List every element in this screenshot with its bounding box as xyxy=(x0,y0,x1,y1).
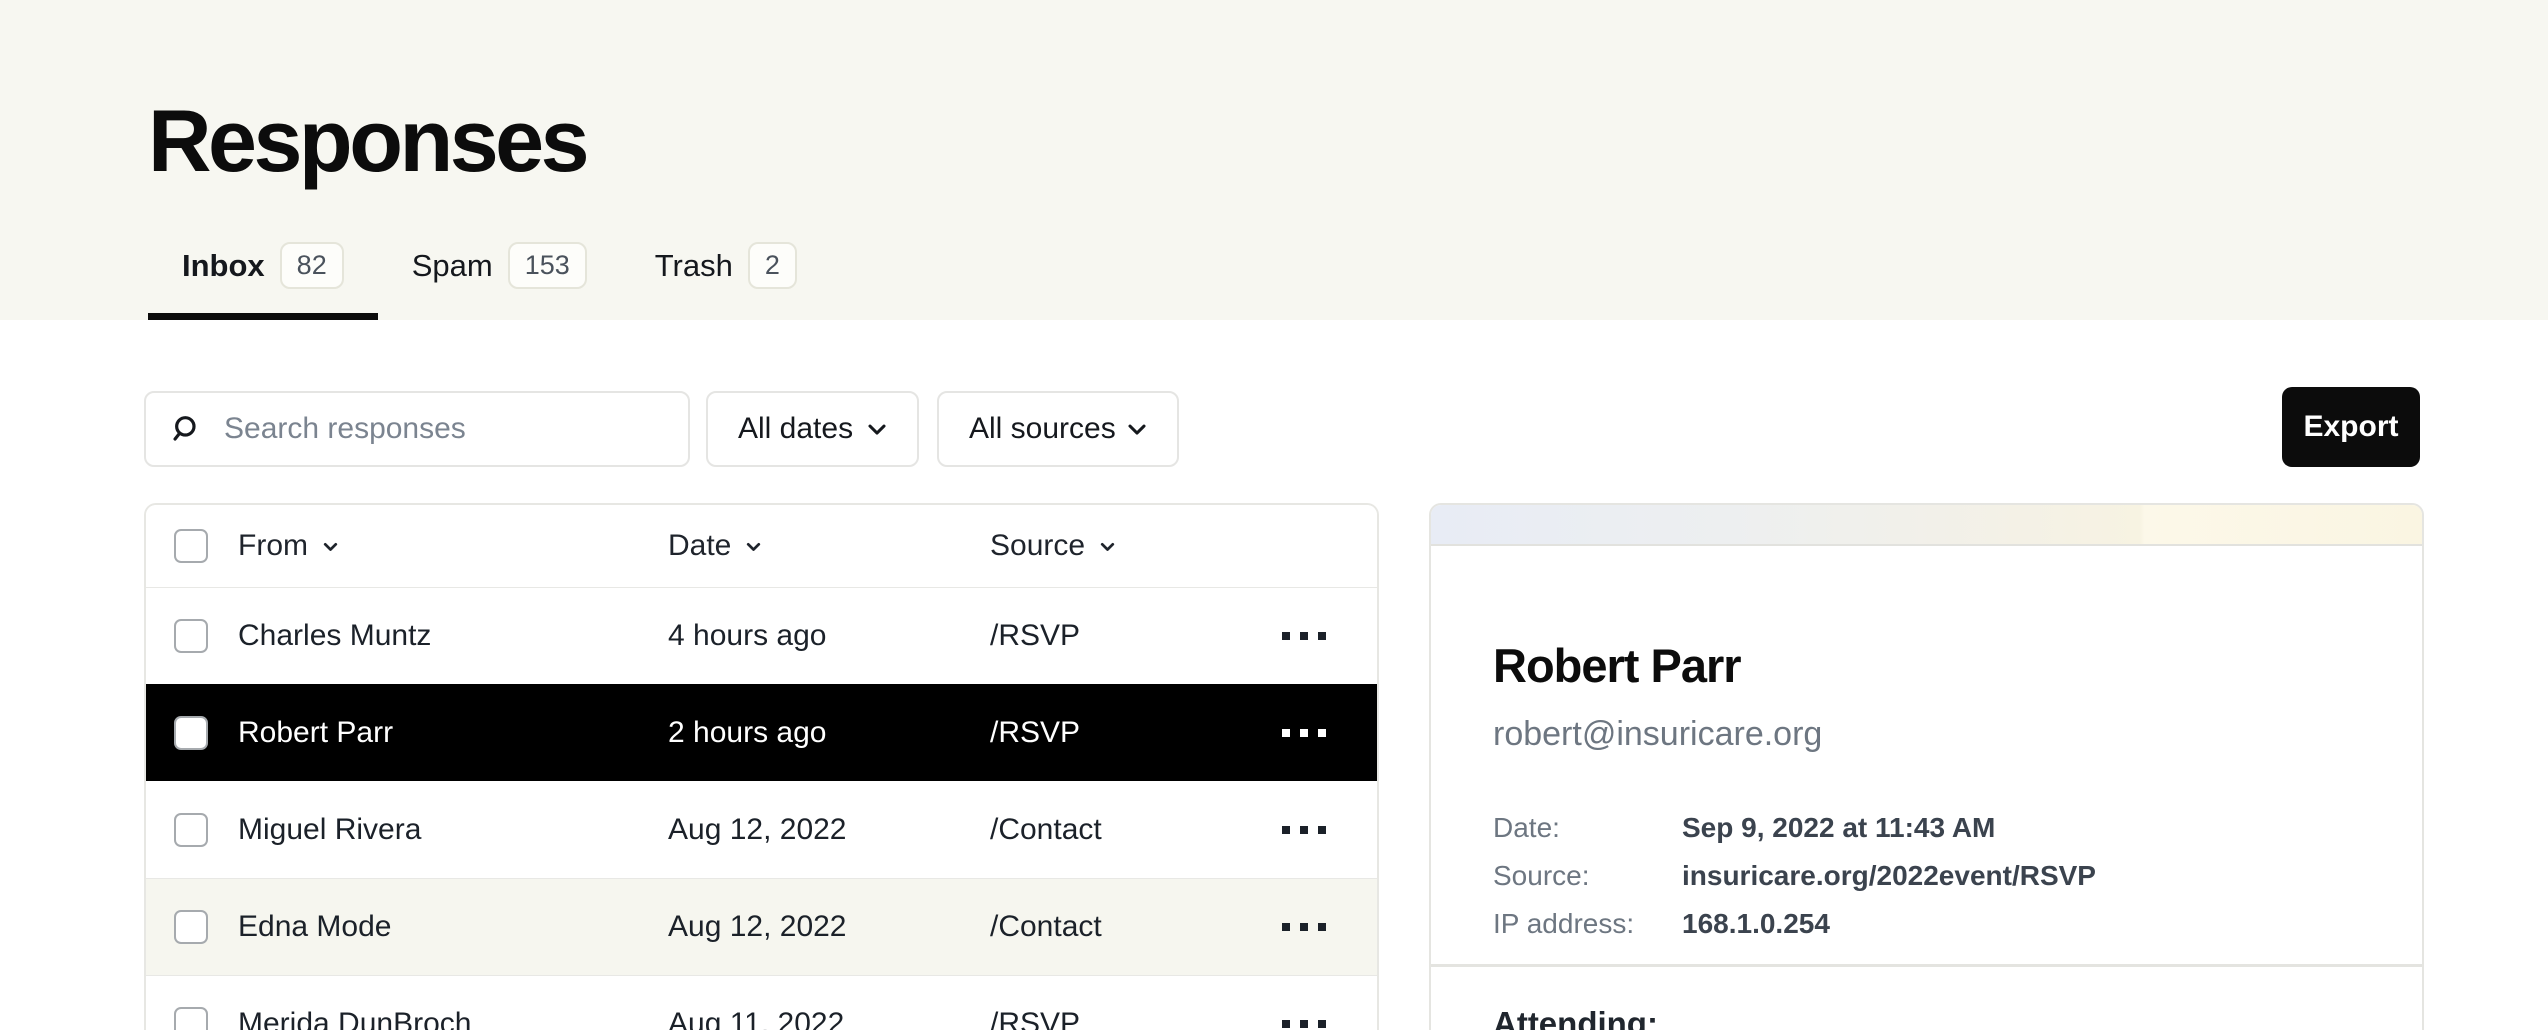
chevron-down-icon xyxy=(743,536,764,557)
row-source: /Contact xyxy=(990,813,1259,847)
page-title: Responses xyxy=(148,90,586,192)
row-from: Merida DunBroch xyxy=(238,1007,668,1030)
tab-trash-label: Trash xyxy=(655,248,733,284)
response-detail-panel: Robert Parr robert@insuricare.org Date: … xyxy=(1429,503,2424,1030)
search-input[interactable] xyxy=(224,412,664,446)
row-date: Aug 12, 2022 xyxy=(668,910,990,944)
row-date: 4 hours ago xyxy=(668,619,990,653)
section-divider xyxy=(1431,964,2422,967)
responses-page: Responses Inbox 82 Spam 153 Trash 2 xyxy=(0,0,2548,1030)
page-header: Responses Inbox 82 Spam 153 Trash 2 xyxy=(0,0,2548,320)
date-filter-label: All dates xyxy=(738,412,853,446)
meta-row-ip: IP address: 168.1.0.254 xyxy=(1493,900,2360,948)
column-header-source[interactable]: Source xyxy=(990,529,1259,563)
tab-trash[interactable]: Trash 2 xyxy=(621,242,831,320)
row-from: Edna Mode xyxy=(238,910,668,944)
detail-email: robert@insuricare.org xyxy=(1493,715,2360,754)
source-filter-label: All sources xyxy=(969,412,1116,446)
tab-inbox-label: Inbox xyxy=(182,248,265,284)
ellipsis-menu-icon[interactable] xyxy=(1278,913,1330,941)
row-checkbox[interactable] xyxy=(174,813,208,847)
column-header-date[interactable]: Date xyxy=(668,529,990,563)
select-all-checkbox[interactable] xyxy=(174,529,208,563)
tab-bar: Inbox 82 Spam 153 Trash 2 xyxy=(148,242,831,320)
row-from: Miguel Rivera xyxy=(238,813,668,847)
chevron-down-icon xyxy=(320,536,341,557)
table-row[interactable]: Edna Mode Aug 12, 2022 /Contact xyxy=(146,878,1377,975)
tab-spam-label: Spam xyxy=(412,248,493,284)
main-content: From Date Source xyxy=(144,503,2548,1030)
row-source: /RSVP xyxy=(990,716,1259,750)
tab-spam-count-badge: 153 xyxy=(508,242,587,289)
row-date: Aug 11, 2022 xyxy=(668,1007,990,1030)
row-date: Aug 12, 2022 xyxy=(668,813,990,847)
row-date: 2 hours ago xyxy=(668,716,990,750)
row-source: /RSVP xyxy=(990,619,1259,653)
chevron-down-icon xyxy=(863,415,891,443)
row-from: Charles Muntz xyxy=(238,619,668,653)
attending-heading: Attending: xyxy=(1493,1005,2360,1030)
select-all-cell xyxy=(174,529,208,563)
detail-meta: Date: Sep 9, 2022 at 11:43 AM Source: in… xyxy=(1493,804,2360,948)
search-box[interactable] xyxy=(144,391,690,467)
detail-body: Robert Parr robert@insuricare.org Date: … xyxy=(1431,546,2422,1030)
ellipsis-menu-icon[interactable] xyxy=(1278,622,1330,650)
meta-row-source: Source: insuricare.org/2022event/RSVP xyxy=(1493,852,2360,900)
source-filter-select[interactable]: All sources xyxy=(937,391,1179,467)
responses-table: From Date Source xyxy=(144,503,1379,1030)
search-icon xyxy=(170,413,202,445)
row-checkbox[interactable] xyxy=(174,716,208,750)
table-row[interactable]: Robert Parr 2 hours ago /RSVP xyxy=(146,684,1377,781)
chevron-down-icon xyxy=(1097,536,1118,557)
date-filter-select[interactable]: All dates xyxy=(706,391,919,467)
row-checkbox[interactable] xyxy=(174,1007,208,1030)
tab-inbox[interactable]: Inbox 82 xyxy=(148,242,378,320)
table-row[interactable]: Merida DunBroch Aug 11, 2022 /RSVP xyxy=(146,975,1377,1030)
ellipsis-menu-icon[interactable] xyxy=(1278,816,1330,844)
tab-spam[interactable]: Spam 153 xyxy=(378,242,621,320)
ellipsis-menu-icon[interactable] xyxy=(1278,1010,1330,1030)
ellipsis-menu-icon[interactable] xyxy=(1278,719,1330,747)
row-from: Robert Parr xyxy=(238,716,668,750)
row-source: /Contact xyxy=(990,910,1259,944)
detail-name: Robert Parr xyxy=(1493,638,2360,693)
export-button[interactable]: Export xyxy=(2282,387,2420,467)
filter-toolbar: All dates All sources Export xyxy=(144,387,2420,467)
table-row[interactable]: Miguel Rivera Aug 12, 2022 /Contact xyxy=(146,781,1377,878)
table-header-row: From Date Source xyxy=(146,505,1377,587)
chevron-down-icon xyxy=(1123,415,1151,443)
row-checkbox[interactable] xyxy=(174,619,208,653)
tab-trash-count-badge: 2 xyxy=(748,242,797,289)
row-source: /RSVP xyxy=(990,1007,1259,1030)
table-row[interactable]: Charles Muntz 4 hours ago /RSVP xyxy=(146,587,1377,684)
row-checkbox[interactable] xyxy=(174,910,208,944)
detail-gradient-strip xyxy=(1431,505,2422,546)
tab-inbox-count-badge: 82 xyxy=(280,242,344,289)
column-header-from[interactable]: From xyxy=(238,529,668,563)
meta-row-date: Date: Sep 9, 2022 at 11:43 AM xyxy=(1493,804,2360,852)
